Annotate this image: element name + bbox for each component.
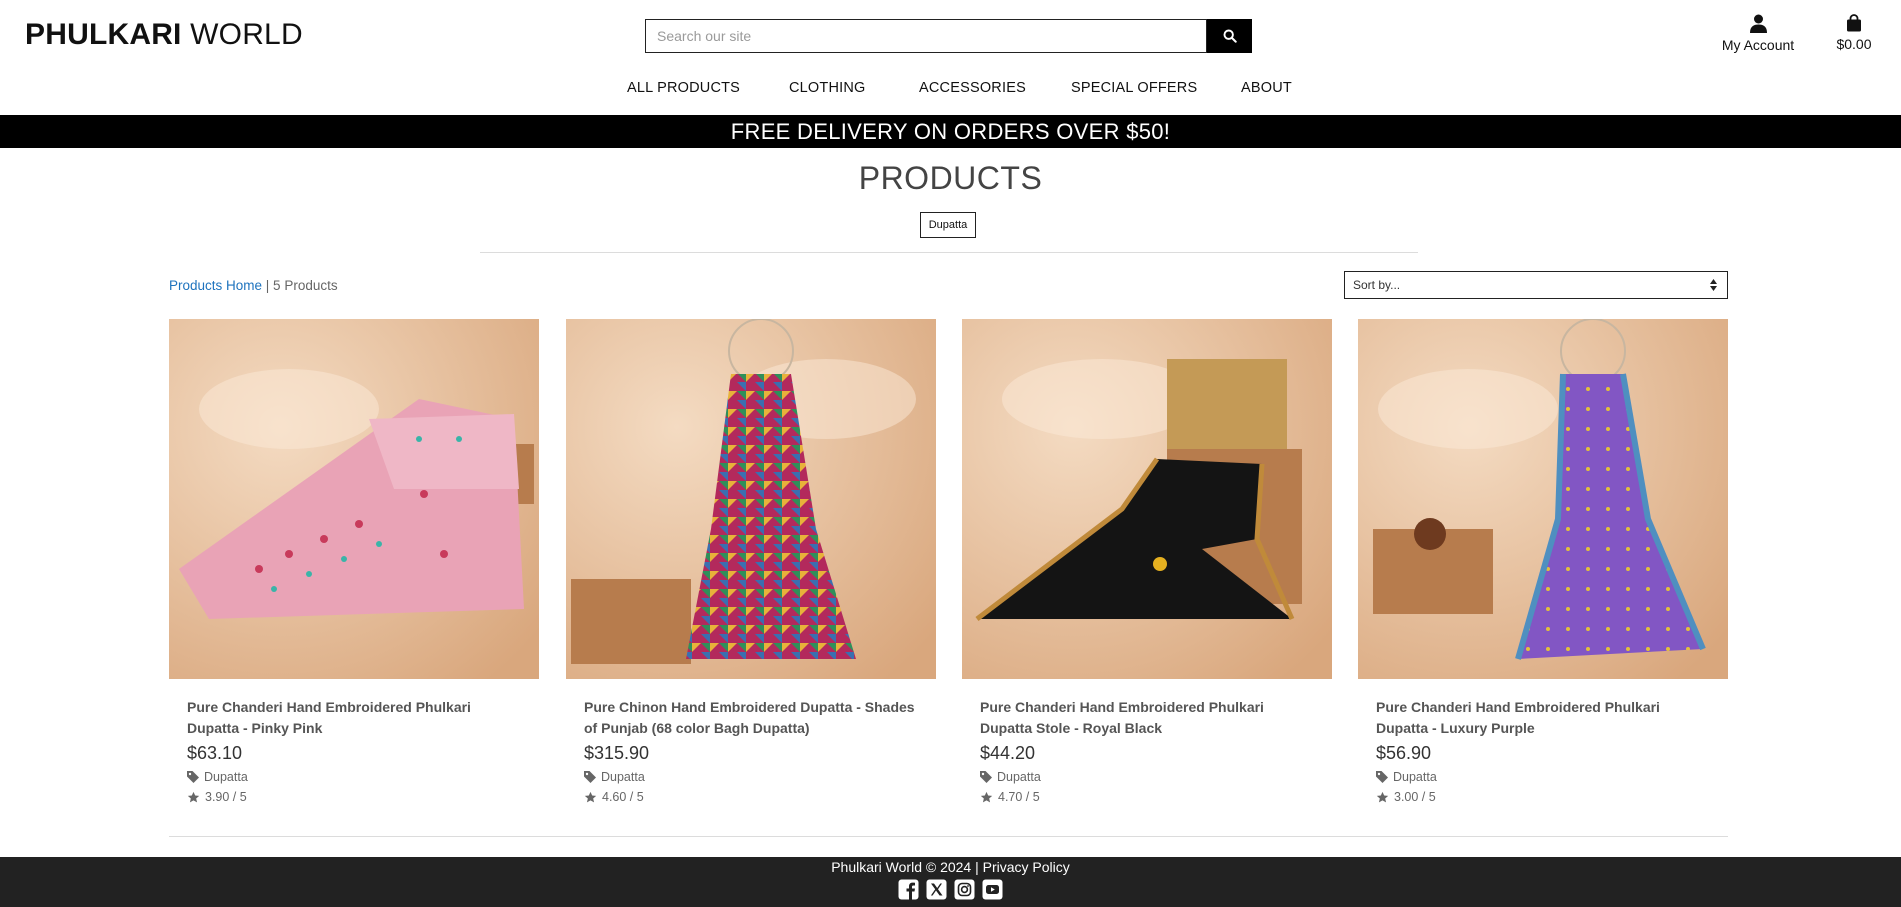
- product-image[interactable]: [169, 319, 539, 679]
- tag-icon: [187, 771, 199, 783]
- copyright-text: Phulkari World © 2024 |: [831, 859, 983, 875]
- shopping-bag-icon: [1847, 14, 1861, 32]
- product-category[interactable]: Dupatta: [187, 770, 521, 784]
- star-icon: [187, 791, 200, 802]
- page-title: PRODUCTS: [858, 160, 1043, 196]
- product-price: $56.90: [1376, 743, 1432, 763]
- instagram-icon[interactable]: [954, 879, 975, 900]
- nav-about[interactable]: ABOUT: [1241, 80, 1292, 96]
- sort-arrows-icon: [1710, 279, 1717, 291]
- star-icon: [980, 791, 993, 802]
- search-button[interactable]: [1207, 19, 1252, 53]
- product-price: $315.90: [584, 743, 650, 763]
- search-icon: [1223, 29, 1237, 43]
- product-category-label: Dupatta: [997, 770, 1041, 784]
- tag-icon: [1376, 771, 1388, 783]
- product-image[interactable]: [566, 319, 936, 679]
- product-category-label: Dupatta: [1393, 770, 1437, 784]
- product-rating: 3.90 / 5: [187, 790, 521, 804]
- tag-icon: [980, 771, 992, 783]
- product-category[interactable]: Dupatta: [1376, 770, 1710, 784]
- product-rating-value: 4.70 / 5: [998, 790, 1040, 804]
- product-rating: 4.60 / 5: [584, 790, 918, 804]
- product-rating: 4.70 / 5: [980, 790, 1314, 804]
- product-price: $63.10: [187, 743, 243, 763]
- footer-copyright-line: Phulkari World © 2024 | Privacy Policy: [0, 857, 1901, 875]
- my-account-link[interactable]: My Account: [1718, 14, 1798, 53]
- bag-total: $0.00: [1836, 36, 1872, 52]
- product-rating: 3.00 / 5: [1376, 790, 1710, 804]
- my-account-label: My Account: [1721, 37, 1795, 53]
- divider: [480, 252, 1418, 253]
- product-count: | 5 Products: [262, 278, 338, 293]
- nav-all-products[interactable]: ALL PRODUCTS: [627, 80, 740, 96]
- search-form: [645, 19, 1252, 53]
- divider: [169, 836, 1728, 837]
- product-name[interactable]: Pure Chinon Hand Embroidered Dupatta - S…: [584, 697, 918, 739]
- star-icon: [584, 791, 597, 802]
- product-name[interactable]: Pure Chanderi Hand Embroidered Phulkari …: [1376, 697, 1710, 739]
- sort-select[interactable]: Sort by...: [1344, 271, 1728, 299]
- social-links: [0, 879, 1901, 900]
- product-card[interactable]: Pure Chinon Hand Embroidered Dupatta - S…: [566, 319, 936, 804]
- tag-icon: [584, 771, 596, 783]
- site-header: PHULKARI WORLD My Account $0.00 ALL PROD…: [0, 0, 1901, 115]
- product-category-label: Dupatta: [204, 770, 248, 784]
- site-footer: Phulkari World © 2024 | Privacy Policy: [0, 857, 1901, 907]
- product-card[interactable]: Pure Chanderi Hand Embroidered Phulkari …: [962, 319, 1332, 804]
- product-category-label: Dupatta: [601, 770, 645, 784]
- product-rating-value: 3.90 / 5: [205, 790, 247, 804]
- delivery-banner: FREE DELIVERY ON ORDERS OVER $50!: [0, 115, 1901, 148]
- nav-clothing[interactable]: CLOTHING: [789, 80, 866, 96]
- search-input[interactable]: [645, 19, 1207, 53]
- facebook-icon[interactable]: [898, 879, 919, 900]
- product-card[interactable]: Pure Chanderi Hand Embroidered Phulkari …: [1358, 319, 1728, 804]
- nav-special-offers[interactable]: SPECIAL OFFERS: [1071, 80, 1197, 96]
- product-image[interactable]: [1358, 319, 1728, 679]
- x-icon[interactable]: [926, 879, 947, 900]
- star-icon: [1376, 791, 1389, 802]
- sort-select-label: Sort by...: [1353, 278, 1401, 292]
- products-home-link[interactable]: Products Home: [169, 278, 262, 293]
- site-logo[interactable]: PHULKARI WORLD: [25, 18, 303, 52]
- breadcrumb: Products Home | 5 Products: [169, 278, 338, 293]
- shopping-bag-link[interactable]: $0.00: [1832, 14, 1876, 52]
- logo-bold-text: PHULKARI: [25, 18, 182, 51]
- privacy-policy-link[interactable]: Privacy Policy: [983, 859, 1070, 875]
- product-image[interactable]: [962, 319, 1332, 679]
- youtube-icon[interactable]: [982, 879, 1003, 900]
- logo-light-text: WORLD: [181, 18, 303, 51]
- product-card[interactable]: Pure Chanderi Hand Embroidered Phulkari …: [169, 319, 539, 804]
- user-icon: [1749, 14, 1767, 33]
- product-name[interactable]: Pure Chanderi Hand Embroidered Phulkari …: [187, 697, 521, 739]
- product-rating-value: 4.60 / 5: [602, 790, 644, 804]
- nav-accessories[interactable]: ACCESSORIES: [919, 80, 1026, 96]
- product-category[interactable]: Dupatta: [980, 770, 1314, 784]
- product-name[interactable]: Pure Chanderi Hand Embroidered Phulkari …: [980, 697, 1314, 739]
- product-price: $44.20: [980, 743, 1036, 763]
- category-filter-tag[interactable]: Dupatta: [920, 212, 976, 238]
- product-rating-value: 3.00 / 5: [1394, 790, 1436, 804]
- product-category[interactable]: Dupatta: [584, 770, 918, 784]
